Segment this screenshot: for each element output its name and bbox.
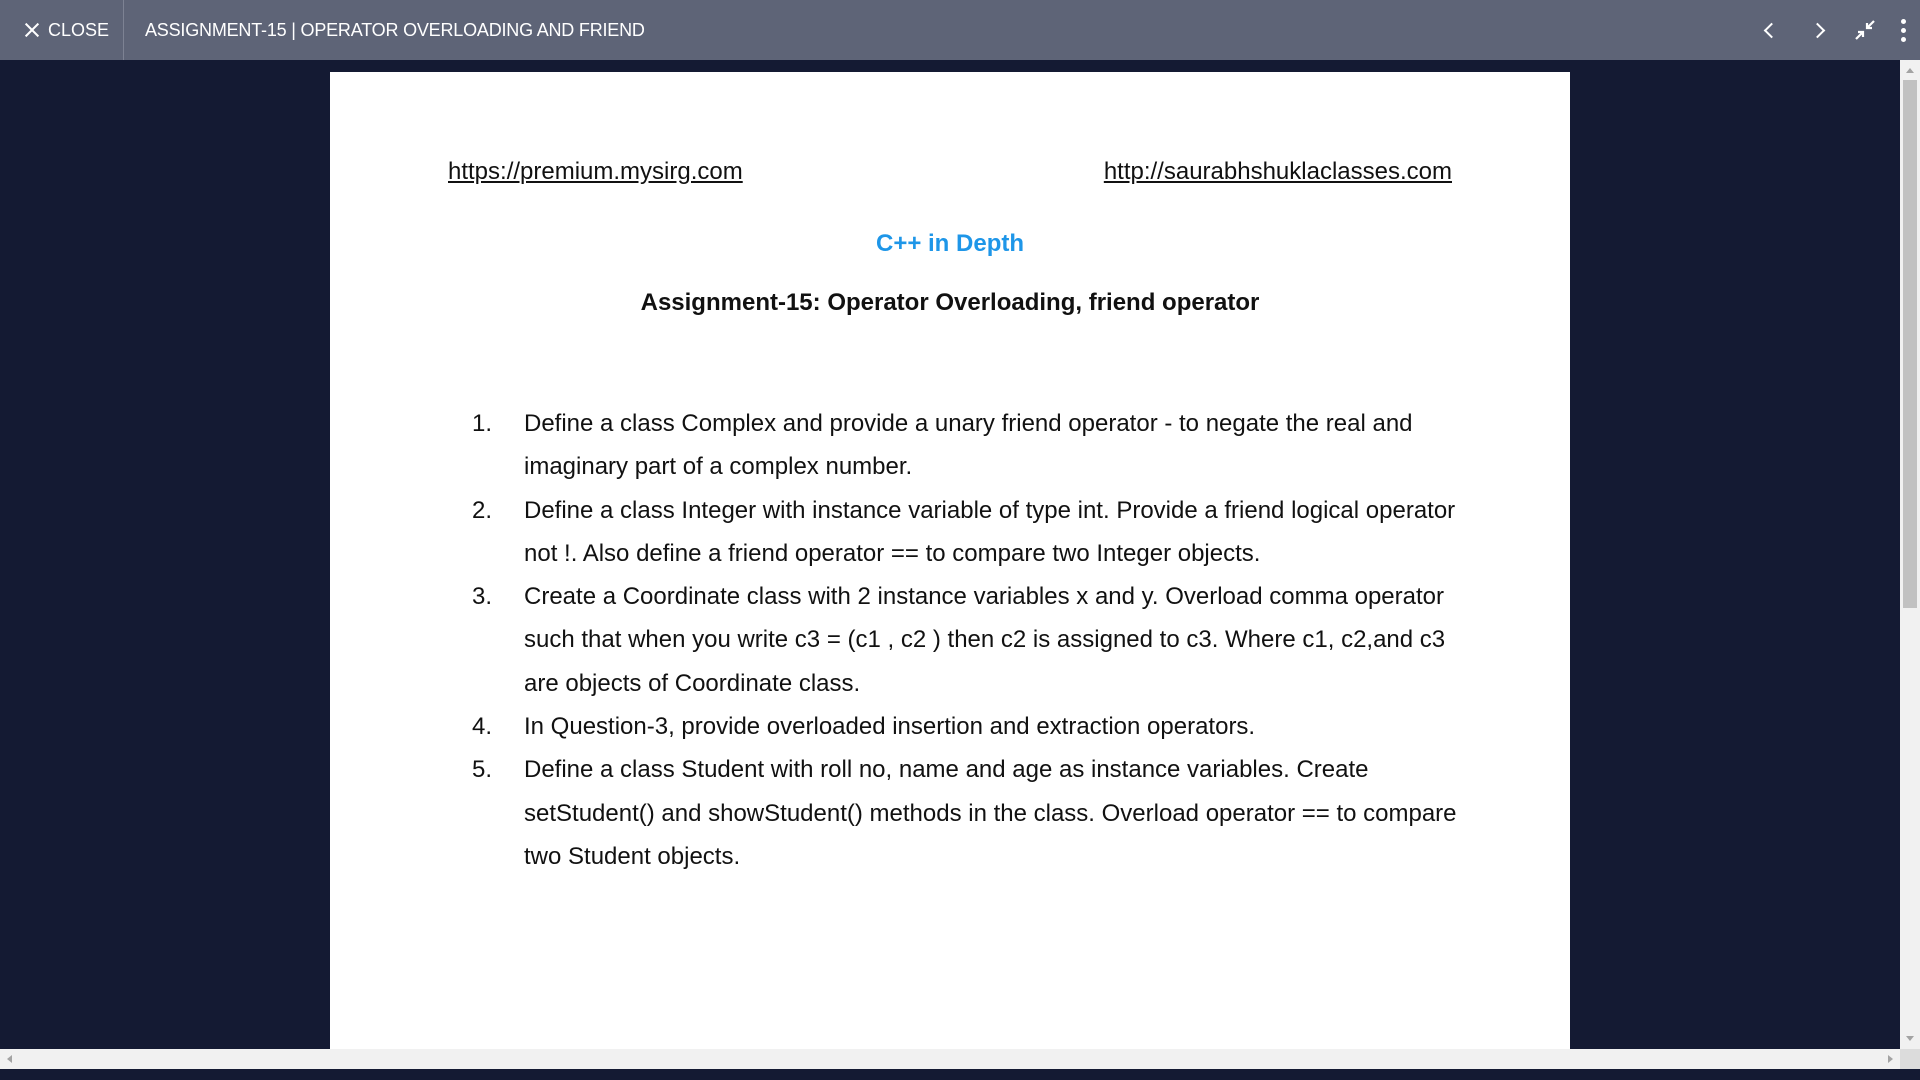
question-text: Define a class Integer with instance var… [524,496,1456,567]
vertical-scrollbar[interactable] [1900,60,1920,1049]
viewer-toolbar: CLOSE ASSIGNMENT-15 | OPERATOR OVERLOADI… [0,0,1920,60]
scroll-down-icon[interactable] [1906,1036,1914,1041]
document-title: ASSIGNMENT-15 | OPERATOR OVERLOADING AND… [145,19,645,40]
premium-link[interactable]: https://premium.mysirg.com [448,158,743,186]
question-item: 4. In Question-3, provide overloaded ins… [472,705,1472,748]
bottom-strip [0,1069,1920,1080]
question-number: 2. [472,496,493,524]
question-item: 2. Define a class Integer with instance … [472,489,1472,576]
question-number: 4. [472,713,493,741]
scrollbar-corner [1900,1049,1920,1069]
vertical-scroll-thumb[interactable] [1903,80,1917,608]
document-page: https://premium.mysirg.com http://saurab… [330,72,1570,1049]
question-number: 1. [472,410,493,437]
scroll-right-icon[interactable] [1888,1055,1893,1063]
question-item: 3. Create a Coordinate class with 2 inst… [472,575,1472,705]
scroll-left-icon[interactable] [7,1055,12,1063]
toolbar-actions [1744,0,1920,60]
more-vertical-icon [1900,18,1906,24]
close-button[interactable]: CLOSE [0,0,124,60]
question-number: 5. [472,756,493,784]
question-item: 5. Define a class Student with roll no, … [472,748,1472,878]
question-text: Create a Coordinate class with 2 instanc… [524,583,1446,697]
question-item: 1. Define a class Complex and provide a … [472,402,1472,489]
course-title: C++ in Depth [875,230,1025,257]
horizontal-scrollbar[interactable] [0,1049,1900,1069]
document-viewer[interactable]: https://premium.mysirg.com http://saurab… [0,60,1900,1049]
header-links: https://premium.mysirg.com http://saurab… [448,158,1452,186]
classes-link[interactable]: http://saurabhshuklaclasses.com [1104,158,1452,186]
close-icon [24,22,40,38]
previous-button[interactable] [1744,0,1794,60]
chevron-left-icon [1763,22,1779,38]
question-text: Define a class Student with roll no, nam… [524,756,1457,870]
collapse-icon [1855,20,1875,40]
next-button[interactable] [1794,0,1844,60]
close-label: CLOSE [48,19,110,40]
question-list: 1. Define a class Complex and provide a … [472,402,1472,878]
question-number: 3. [472,583,493,611]
exit-fullscreen-button[interactable] [1844,0,1886,60]
chevron-right-icon [1809,22,1825,38]
question-text: In Question-3, provide overloaded insert… [524,713,1256,741]
more-options-button[interactable] [1886,0,1920,60]
question-text: Define a class Complex and provide a una… [524,410,1413,481]
assignment-title: Assignment-15: Operator Overloading, fri… [640,289,1260,316]
scroll-up-icon[interactable] [1906,68,1914,73]
